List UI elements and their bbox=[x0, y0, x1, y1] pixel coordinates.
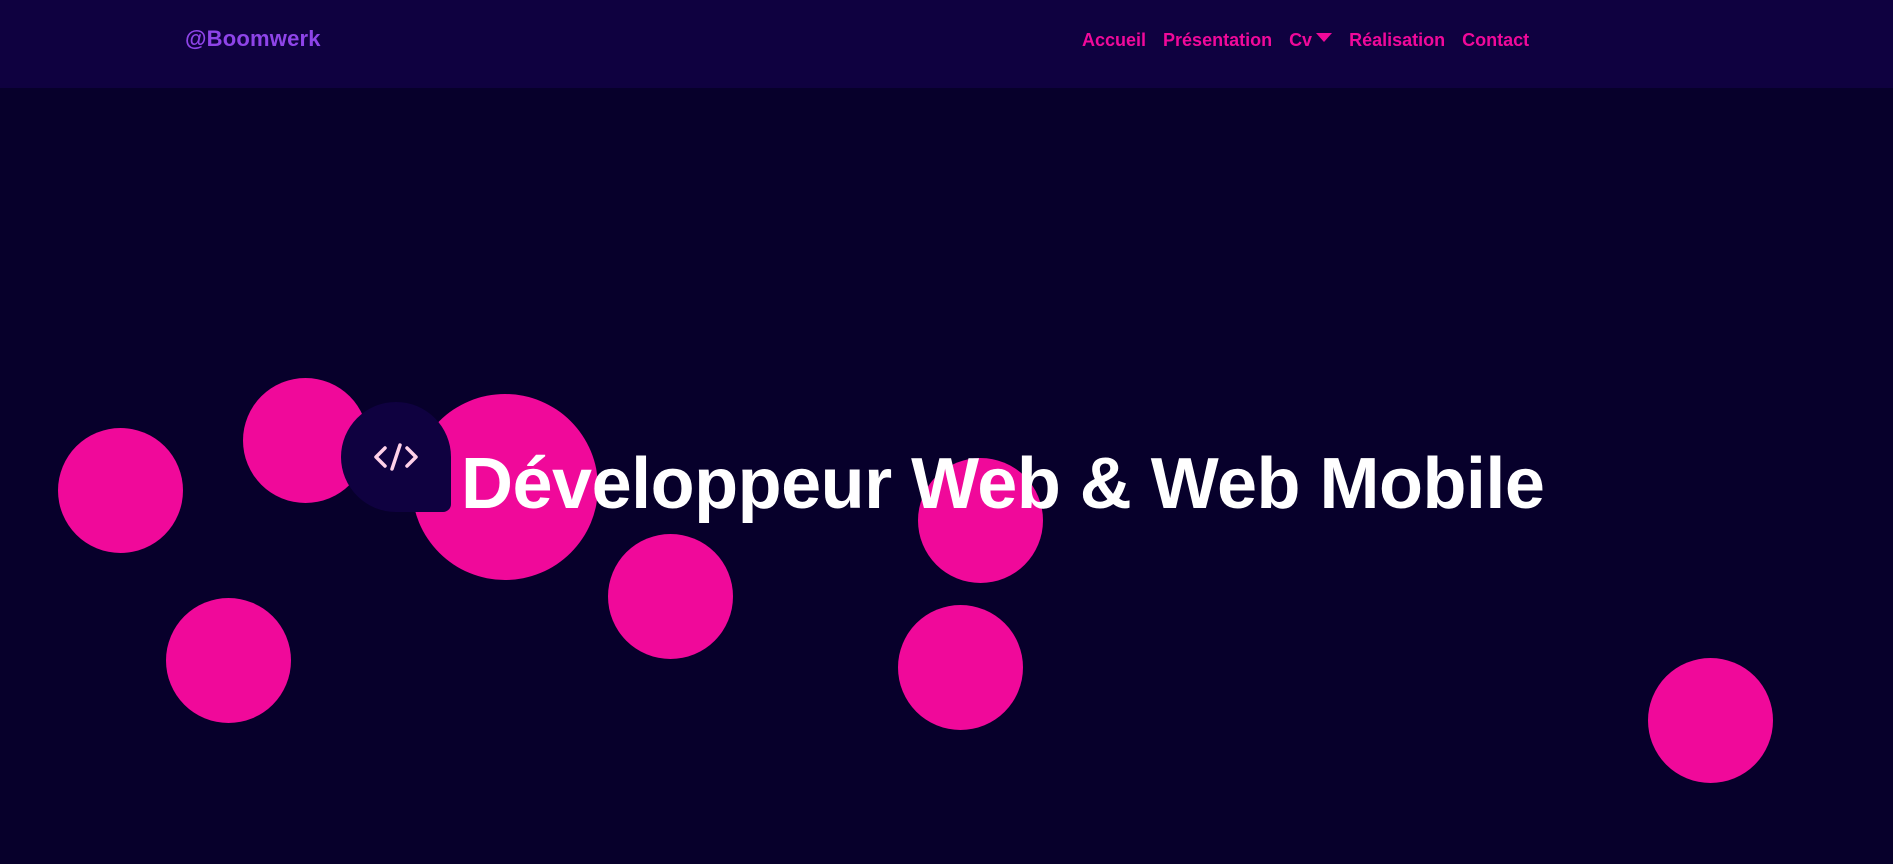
decorative-circle bbox=[58, 428, 183, 553]
nav-item-label: Cv bbox=[1289, 30, 1313, 50]
caret-down-icon bbox=[1316, 33, 1333, 42]
nav-item-label: Contact bbox=[1462, 30, 1530, 50]
decorative-circle bbox=[166, 598, 291, 723]
brand-logo[interactable]: @Boomwerk bbox=[185, 26, 321, 52]
decorative-circle bbox=[898, 605, 1023, 730]
decorative-circle bbox=[1648, 658, 1773, 783]
page: @Boomwerk Accueil Présentation Cv Réalis… bbox=[0, 0, 1893, 864]
nav-item-accueil[interactable]: Accueil bbox=[1082, 30, 1146, 51]
nav-item-label: Accueil bbox=[1082, 30, 1147, 50]
decorative-circle bbox=[608, 534, 733, 659]
nav-item-cv-dropdown[interactable]: Cv bbox=[1289, 30, 1333, 51]
nav-menu: Accueil Présentation Cv Réalisation Cont… bbox=[1082, 30, 1546, 51]
navbar: @Boomwerk Accueil Présentation Cv Réalis… bbox=[0, 0, 1893, 88]
nav-item-label: Réalisation bbox=[1349, 30, 1446, 50]
code-badge bbox=[341, 402, 451, 512]
hero-title: Développeur Web & Web Mobile bbox=[461, 444, 1545, 524]
code-brackets-icon bbox=[374, 443, 418, 471]
nav-item-label: Présentation bbox=[1163, 30, 1273, 50]
nav-item-realisation[interactable]: Réalisation bbox=[1349, 30, 1445, 51]
nav-item-contact[interactable]: Contact bbox=[1462, 30, 1529, 51]
nav-item-presentation[interactable]: Présentation bbox=[1163, 30, 1272, 51]
